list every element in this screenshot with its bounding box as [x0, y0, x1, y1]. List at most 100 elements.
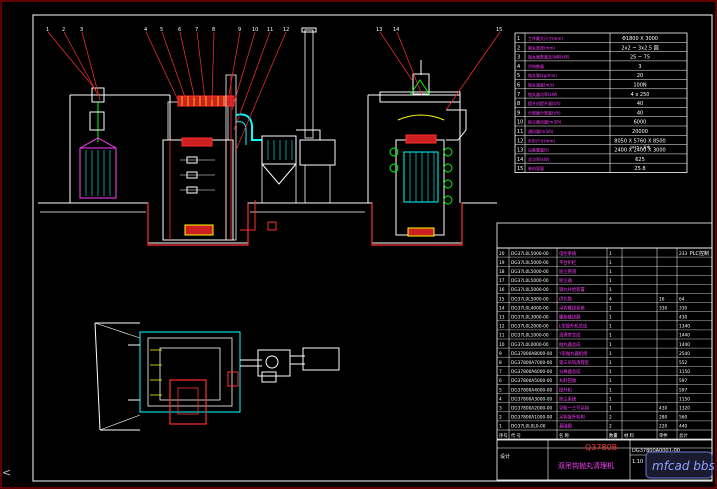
parts-header-cell: 名 称: [559, 432, 570, 439]
part-name: 钢丸补给装置: [559, 286, 585, 293]
spec-row-value: 20000: [632, 129, 648, 135]
parts-list-table: PLC控制20 DG37L0L5000-00 电控系统 1 23319 DG37L0L50…: [496, 222, 713, 440]
part-code: DG37800A2000-00: [511, 406, 552, 412]
part-name: 吊钩提升机构: [559, 414, 585, 421]
balloon-15: 15: [496, 27, 502, 33]
spec-row-value: 4 x 250: [631, 92, 650, 98]
part-name: 第三吊钩清理室: [559, 359, 590, 366]
part-name: 导轨一三号吊钩: [559, 405, 589, 412]
part-no: 20: [499, 251, 505, 257]
balloon-12: 12: [283, 27, 289, 33]
part-code: DG37800A8000-00: [511, 351, 552, 357]
balloon-4: 4: [144, 27, 147, 33]
part-total-weight: 1150: [679, 396, 690, 402]
spec-row-value: 625: [635, 157, 645, 163]
part-qty: 1: [609, 406, 612, 412]
part-qty: 1: [609, 287, 612, 293]
part-total-weight: 597: [679, 387, 687, 393]
spec-row-no: 3: [517, 55, 520, 61]
spec-row-name: 抛丸速度(m/s): [528, 82, 555, 88]
watermark-text: mfcad bbs: [652, 459, 715, 473]
part-code: DG37L0L4000-00: [511, 305, 549, 311]
spec-row-value: 25.8: [634, 166, 645, 172]
part-code: DG37L0L5000-00: [511, 251, 549, 257]
part-name: 提升机: [559, 386, 573, 393]
spec-row-no: 13: [517, 148, 523, 154]
part-name: 电控系统: [559, 250, 577, 257]
spec-row-no: 11: [517, 129, 523, 135]
part-total-weight: 1440: [679, 342, 690, 348]
part-qty: 1: [609, 342, 612, 348]
balloon-14: 14: [393, 27, 399, 33]
balloon-13: 13: [376, 27, 382, 33]
balloon-row: 1 2 3 4 5 6 7 8 9 10 11 12 13 14 15: [46, 27, 502, 33]
part-code: DG37L0L5000-00: [511, 287, 549, 293]
spec-row-no: 4: [517, 64, 520, 70]
balloon-7: 7: [195, 27, 198, 33]
part-unit-weight: 16: [659, 296, 665, 302]
part-qty: 1: [609, 251, 612, 257]
part-qty: 1: [609, 360, 612, 366]
part-qty: 2: [609, 424, 612, 430]
part-qty: 1: [609, 333, 612, 339]
part-name: 吊钩输送系统: [559, 304, 585, 311]
part-name: Y形抛丸器机组: [558, 350, 588, 357]
part-qty: 1: [609, 378, 612, 384]
part-name: 清理室总成: [559, 332, 581, 339]
part-no: 12: [499, 324, 505, 330]
part-qty: 1: [609, 260, 612, 266]
part-no: 8: [499, 360, 502, 366]
part-no: 16: [499, 287, 505, 293]
part-no: 15: [499, 296, 505, 302]
balloon-6: 6: [178, 27, 181, 33]
part-no: 6: [499, 378, 502, 384]
spec-row-name: 分离器分离量(t/h): [528, 109, 561, 115]
spec-table: 1 工件最大尺寸(mm) Φ1800 X 3000 2 钢丸直径(mm) 2x2 ~ 3x…: [514, 32, 688, 173]
watermark-logo: mfcad bbs: [645, 451, 715, 479]
cad-drawing-canvas: 1 2 3 4 5 6 7 8 9 10 11 12 13 14 15 1 工件最…: [0, 0, 717, 489]
part-no: 5: [499, 387, 502, 393]
spec-row-name: 钢丸直径(mm): [528, 44, 555, 50]
part-total-weight: 440: [679, 424, 687, 430]
part-code: DG37800A1000-00: [511, 415, 552, 421]
part-unit-weight: 280: [659, 415, 667, 421]
drawing-title: 双吊钩抛丸清理机: [558, 461, 614, 470]
spec-row-value: Φ1800 X 3000: [622, 36, 658, 42]
part-qty: 1: [609, 269, 612, 275]
part-no: 2: [499, 415, 502, 421]
spec-row-name: 抛丸器功率(kW): [528, 91, 558, 97]
part-name: L型提升机总成: [559, 323, 588, 330]
part-total-weight: 1340: [679, 324, 690, 330]
part-name: 分离器总成: [559, 368, 581, 375]
left-caret-glyph: <: [2, 466, 11, 479]
part-name: 抛丸器总成: [559, 341, 581, 348]
spec-row-value: 2x2 ~ 3x2.5 圆: [621, 45, 658, 51]
parts-header-right: PLC控制: [690, 250, 709, 257]
part-total-weight: 560: [679, 415, 687, 421]
parts-header-cell: 单件: [659, 432, 668, 439]
part-no: 3: [499, 406, 502, 412]
part-total-weight: 1150: [679, 369, 690, 375]
part-qty: 4: [609, 296, 612, 302]
part-no: 14: [499, 305, 505, 311]
part-code: DG37L0L5000-00: [511, 296, 549, 302]
spec-subnote: 1875 x 发电: [630, 145, 651, 150]
spec-row-value: 100N: [633, 83, 647, 89]
spec-row-name: 装机容量: [528, 165, 544, 171]
part-code: DG37L0L3000-00: [511, 315, 549, 321]
part-name: 除尘器: [559, 277, 573, 284]
spec-row-no: 9: [517, 110, 520, 116]
part-total-weight: 2540: [679, 351, 690, 357]
part-no: 9: [499, 351, 502, 357]
part-qty: 1: [609, 315, 612, 321]
part-no: 19: [499, 260, 505, 266]
spec-row-no: 1: [517, 36, 520, 42]
balloon-8: 8: [212, 27, 215, 33]
spec-row-no: 8: [517, 101, 520, 107]
designer-label: 设计: [500, 453, 510, 460]
part-total-weight: 330: [679, 305, 687, 311]
spec-row-value: 40: [637, 110, 643, 116]
part-code: DG37800A7000-00: [511, 360, 552, 366]
part-total-weight: 552: [679, 360, 687, 366]
part-code: DG37800A4000-00: [511, 387, 552, 393]
